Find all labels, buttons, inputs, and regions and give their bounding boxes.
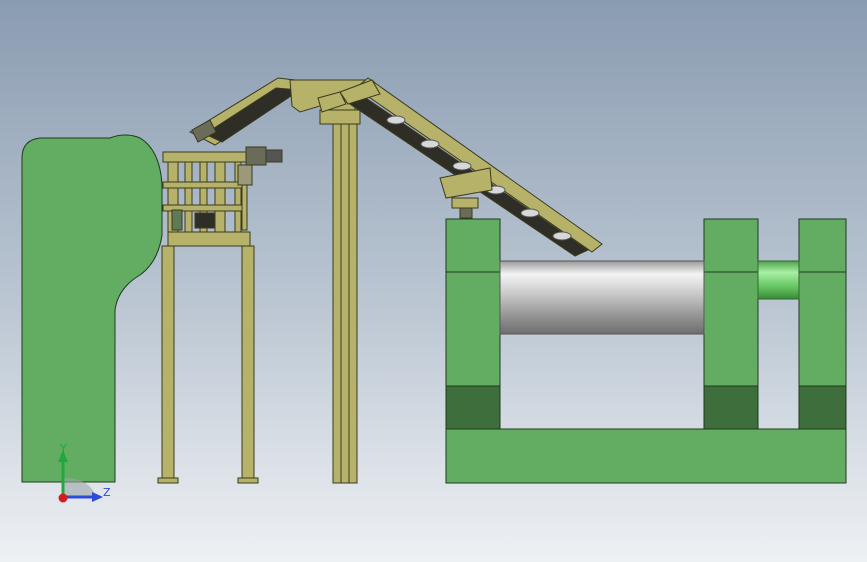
origin-x-axis-icon [58,493,68,503]
main-roller[interactable] [499,260,705,335]
cad-graphics-viewport[interactable]: Y Z [0,0,867,562]
z-axis-label: Z [103,486,111,499]
drive-shaft[interactable] [757,260,800,300]
y-axis-label: Y [59,442,67,455]
model-view[interactable]: Y Z [0,0,867,562]
